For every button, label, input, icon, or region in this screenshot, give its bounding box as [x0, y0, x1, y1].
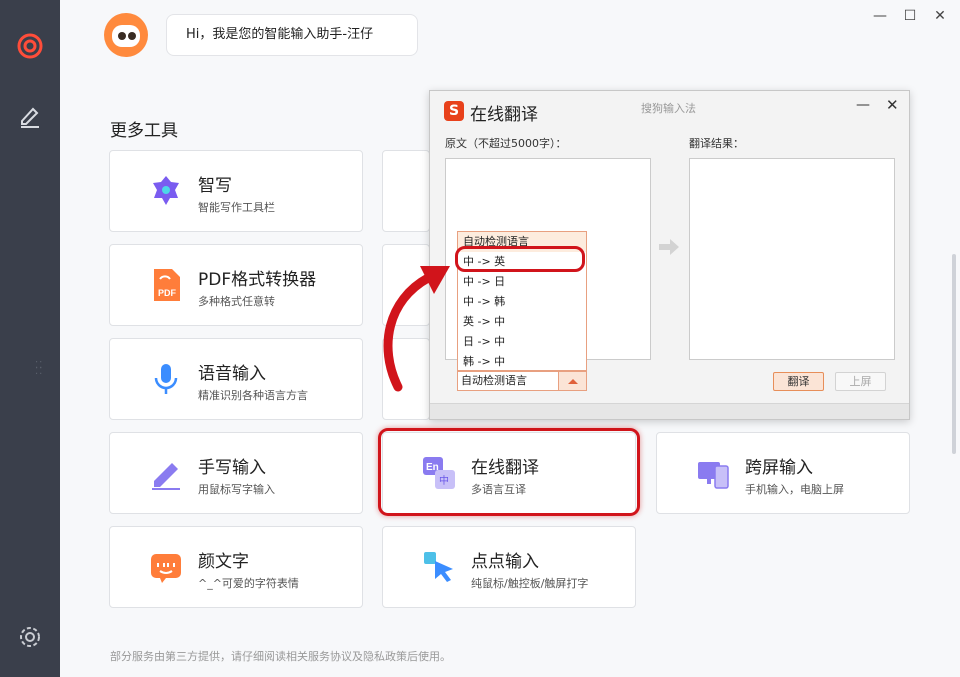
result-label: 翻译结果： — [689, 137, 744, 150]
avatar-eye — [118, 32, 126, 40]
popup-title: 在线翻译 — [470, 105, 538, 125]
pen-sign-icon[interactable] — [15, 101, 45, 131]
tool-subtitle: 精准识别各种语言方言 — [198, 389, 308, 402]
app-logo-icon[interactable] — [15, 31, 45, 61]
dropdown-item[interactable]: 中 -> 韩 — [458, 292, 586, 312]
popup-minimize-button[interactable]: — — [856, 97, 870, 113]
highlight-ring-dropdown-item — [455, 246, 585, 272]
minimize-button[interactable]: — — [870, 6, 890, 26]
microphone-icon — [148, 361, 184, 397]
tool-subtitle: 纯鼠标/触控板/触屏打字 — [471, 577, 589, 590]
highlight-ring-translate-card — [378, 428, 640, 516]
tool-subtitle: 用鼠标写字输入 — [198, 483, 275, 496]
tool-title: 点点输入 — [471, 552, 539, 572]
tool-subtitle: ^_^可爱的字符表情 — [198, 577, 299, 590]
pdf-icon: PDF — [148, 267, 184, 303]
tool-subtitle: 智能写作工具栏 — [198, 201, 275, 214]
cross-screen-icon — [695, 455, 731, 491]
tool-card-handwrite[interactable]: 手写输入 用鼠标写字输入 — [109, 432, 363, 514]
dropdown-item[interactable]: 中 -> 日 — [458, 272, 586, 292]
footer-note: 部分服务由第三方提供，请仔细阅读相关服务协议及隐私政策后使用。 — [110, 650, 451, 663]
avatar-eye — [128, 32, 136, 40]
dropdown-item[interactable]: 日 -> 中 — [458, 332, 586, 352]
drag-handle[interactable]: ⁚⁚ ⁚⁚ — [35, 361, 43, 383]
tool-title: 手写输入 — [198, 458, 266, 478]
click-input-icon — [421, 549, 457, 585]
assistant-avatar[interactable] — [104, 13, 148, 57]
maximize-button[interactable]: ☐ — [900, 6, 920, 26]
tool-subtitle: 手机输入，电脑上屏 — [745, 483, 844, 496]
tool-card-cross-screen[interactable]: 跨屏输入 手机输入，电脑上屏 — [656, 432, 910, 514]
tool-title: 颜文字 — [198, 552, 249, 572]
emoticon-icon — [148, 549, 184, 585]
greeting-bubble: Hi，我是您的智能输入助手-汪仔 — [166, 14, 418, 56]
close-button[interactable]: ✕ — [930, 6, 950, 26]
tool-card-pdf[interactable]: PDF PDF格式转换器 多种格式任意转 — [109, 244, 363, 326]
to-screen-button[interactable]: 上屏 — [835, 372, 886, 391]
result-textarea — [689, 158, 895, 360]
pen-nib-icon — [148, 173, 184, 209]
tool-card-click-input[interactable]: 点点输入 纯鼠标/触控板/触屏打字 — [382, 526, 636, 608]
tool-title: PDF格式转换器 — [198, 270, 317, 290]
language-select[interactable]: 自动检测语言 — [457, 371, 587, 391]
tool-subtitle: 多种格式任意转 — [198, 295, 275, 308]
handwrite-pen-icon — [148, 455, 184, 491]
popup-close-button[interactable]: ✕ — [886, 96, 899, 114]
source-label: 原文（不超过5000字）： — [445, 137, 567, 150]
dropdown-item[interactable]: 英 -> 中 — [458, 312, 586, 332]
left-rail: ⁚⁚ ⁚⁚ — [0, 0, 60, 677]
caret-up-icon[interactable] — [558, 372, 586, 390]
dropdown-item[interactable]: 韩 -> 中 — [458, 352, 586, 372]
svg-text:PDF: PDF — [158, 288, 177, 298]
tool-card-zhixie[interactable]: 智写 智能写作工具栏 — [109, 150, 363, 232]
arrow-right-icon — [659, 239, 679, 255]
tool-title: 智写 — [198, 176, 232, 196]
popup-subtitle: 搜狗输入法 — [641, 102, 696, 115]
tool-card-emoticon[interactable]: 颜文字 ^_^可爱的字符表情 — [109, 526, 363, 608]
settings-icon[interactable] — [15, 622, 45, 652]
scrollbar[interactable] — [952, 254, 956, 454]
red-arrow-annotation — [383, 266, 450, 392]
select-value: 自动检测语言 — [461, 374, 527, 387]
sogou-logo-icon: S — [444, 101, 464, 121]
tool-title: 语音输入 — [198, 364, 266, 384]
popup-status-bar — [430, 403, 909, 419]
tool-card-hidden[interactable] — [382, 150, 430, 232]
tool-card-voice[interactable]: 语音输入 精准识别各种语言方言 — [109, 338, 363, 420]
tool-title: 跨屏输入 — [745, 458, 813, 478]
translate-button[interactable]: 翻译 — [773, 372, 824, 391]
section-title: 更多工具 — [110, 121, 178, 141]
